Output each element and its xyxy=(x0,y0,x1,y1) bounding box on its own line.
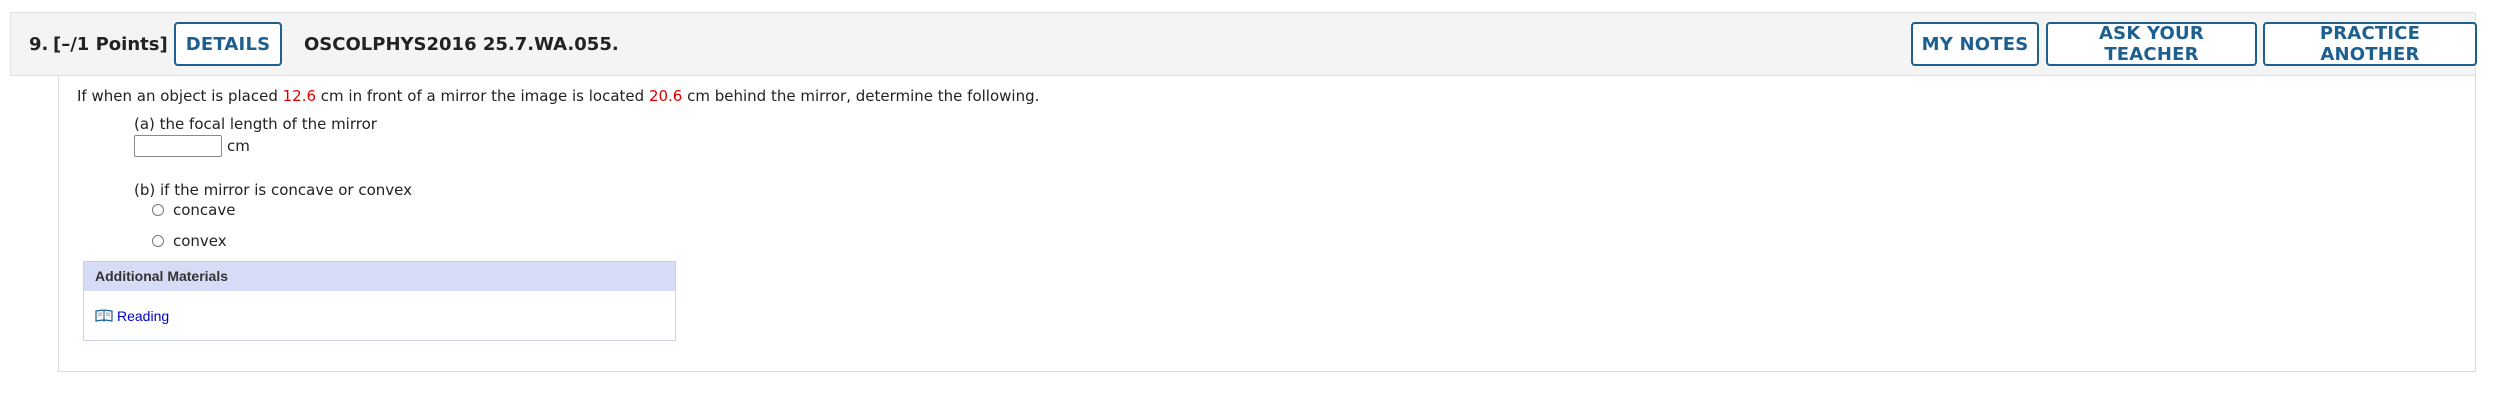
concave-option[interactable]: concave xyxy=(152,200,235,220)
reading-link-label: Reading xyxy=(117,308,170,324)
practice-another-button[interactable]: PRACTICE ANOTHER xyxy=(2263,22,2477,66)
prompt-text-2: cm in front of a mirror the image is loc… xyxy=(316,87,649,105)
reading-link[interactable]: Reading xyxy=(95,308,169,324)
object-distance-value: 12.6 xyxy=(282,87,317,105)
additional-materials-header: Additional Materials xyxy=(84,262,675,291)
prompt-text-3: cm behind the mirror, determine the foll… xyxy=(682,87,1040,105)
concave-label: concave xyxy=(173,201,236,219)
question-header: 9. [–/1 Points] DETAILS OSCOLPHYS2016 25… xyxy=(10,12,2477,76)
ask-your-teacher-button[interactable]: ASK YOUR TEACHER xyxy=(2046,22,2257,66)
image-distance-value: 20.6 xyxy=(648,87,683,105)
focal-length-input[interactable] xyxy=(134,135,222,157)
part-b-label: (b) if the mirror is concave or convex xyxy=(134,181,412,199)
question-points: [–/1 Points] xyxy=(53,34,168,55)
prompt-text-1: If when an object is placed xyxy=(77,87,283,105)
focal-length-unit: cm xyxy=(227,137,250,155)
book-icon xyxy=(95,309,113,323)
part-a-label: (a) the focal length of the mirror xyxy=(134,115,377,133)
convex-option[interactable]: convex xyxy=(152,231,227,251)
convex-label: convex xyxy=(173,232,227,250)
details-button[interactable]: DETAILS xyxy=(174,22,282,66)
convex-radio[interactable] xyxy=(152,235,164,247)
question-number: 9. xyxy=(29,34,49,55)
question-prompt: If when an object is placed 12.6 cm in f… xyxy=(77,86,1039,106)
additional-materials-panel: Additional Materials Reading xyxy=(83,261,676,341)
my-notes-button[interactable]: MY NOTES xyxy=(1911,22,2039,66)
concave-radio[interactable] xyxy=(152,204,164,216)
question-body: If when an object is placed 12.6 cm in f… xyxy=(58,76,2476,372)
question-code: OSCOLPHYS2016 25.7.WA.055. xyxy=(304,34,619,55)
